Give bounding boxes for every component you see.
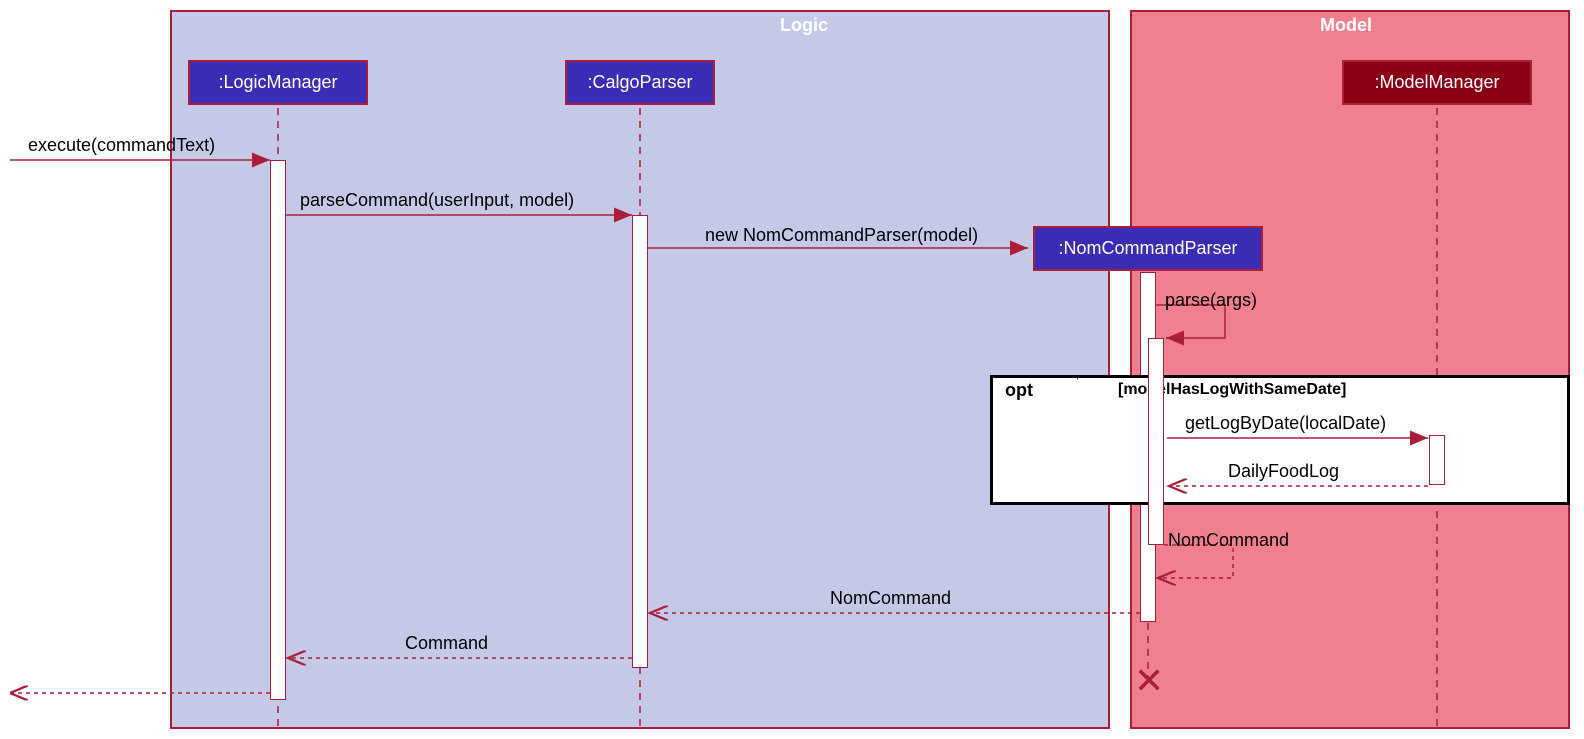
msg-nomcommand-1: NomCommand: [1168, 530, 1289, 551]
participant-modelmanager: :ModelManager: [1342, 60, 1532, 105]
msg-execute: execute(commandText): [28, 135, 215, 156]
msg-parseargs: parse(args): [1165, 290, 1257, 311]
destroy-nomcommandparser: ✕: [1134, 660, 1164, 702]
participant-logicmanager: :LogicManager: [188, 60, 368, 105]
msg-command: Command: [405, 633, 488, 654]
sequence-diagram: Logic Model :LogicManager :CalgoParser :…: [10, 10, 1574, 729]
activation-calgoparser: [632, 215, 648, 668]
msg-newparser: new NomCommandParser(model): [705, 225, 978, 246]
msg-dailyfoodlog: DailyFoodLog: [1228, 461, 1339, 482]
activation-logicmanager: [270, 160, 286, 700]
diagram-lines: eeee: [10, 10, 1574, 729]
opt-inner-lines: [993, 378, 1567, 502]
opt-fragment: opt [modelHasLogWithSameDate] getLogByDa…: [990, 375, 1570, 505]
msg-nomcommand-2: NomCommand: [830, 588, 951, 609]
activation-nomcommandparser-2: [1148, 338, 1164, 545]
participant-calgoparser: :CalgoParser: [565, 60, 715, 105]
participant-nomcommandparser: :NomCommandParser: [1033, 226, 1263, 271]
msg-getlogbydate: getLogByDate(localDate): [1185, 413, 1386, 434]
msg-parsecommand: parseCommand(userInput, model): [300, 190, 574, 211]
activation-modelmanager: [1429, 435, 1445, 485]
